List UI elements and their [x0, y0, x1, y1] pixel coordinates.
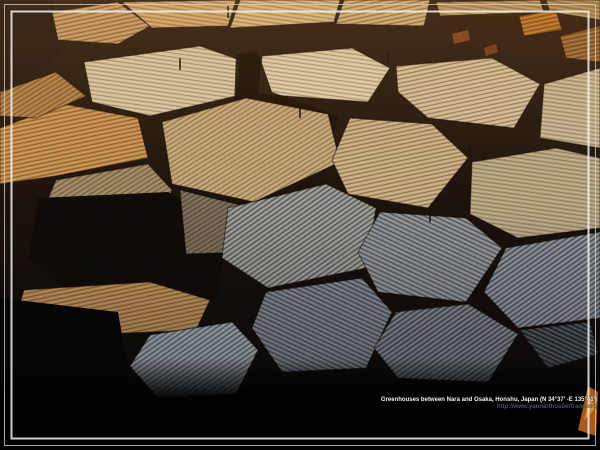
caption-title: Greenhouses between Nara and Osaka, Hons… [381, 397, 597, 404]
photo-caption: Greenhouses between Nara and Osaka, Hons… [381, 397, 597, 411]
wallpaper-photo: Greenhouses between Nara and Osaka, Hons… [0, 0, 600, 450]
scene-svg [0, 0, 600, 450]
caption-url[interactable]: http://www.yannarthusbertrand.org [381, 404, 597, 411]
bottom-fade [0, 358, 600, 400]
